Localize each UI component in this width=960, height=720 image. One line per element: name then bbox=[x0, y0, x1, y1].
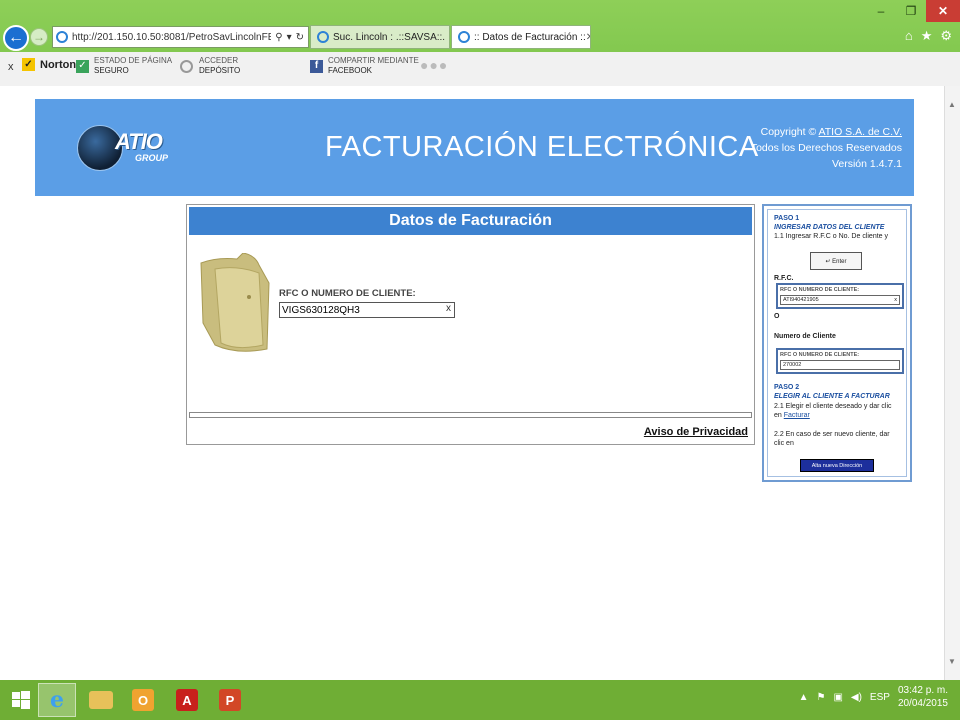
tab-suc-lincoln[interactable]: Suc. Lincoln : .::SAVSA::. bbox=[310, 25, 450, 49]
norton-vault-access[interactable]: ACCEDER DEPÓSITO bbox=[180, 56, 240, 76]
outlook-icon: O bbox=[132, 689, 154, 711]
step1-1-text: 1.1 Ingresar R.F.C o No. De cliente y bbox=[774, 233, 888, 240]
maximize-button[interactable]: ❐ bbox=[896, 0, 926, 22]
system-tray: ▲ ⚑ ▣ ◀) ESP 03:42 p. m. 20/04/2015 bbox=[799, 684, 948, 710]
browser-chrome: – ❐ ✕ ← → http://201.150.10.50:8081/Petr… bbox=[0, 0, 960, 87]
step1-heading: PASO 1 bbox=[774, 215, 800, 222]
step2-2b-text: clic en bbox=[774, 440, 794, 447]
ie-favicon-icon bbox=[458, 31, 470, 43]
norton-logo[interactable]: ✓ Norton bbox=[22, 58, 76, 71]
checkmark-icon: ✓ bbox=[76, 59, 89, 73]
taskbar-powerpoint[interactable]: P bbox=[211, 683, 249, 717]
norton-page-status[interactable]: ✓ ESTADO DE PÁGINA SEGURO bbox=[76, 56, 172, 76]
site-banner: ATIO GROUP FACTURACIÓN ELECTRÓNICA Copyr… bbox=[35, 99, 914, 196]
panel-heading: Datos de Facturación bbox=[189, 207, 752, 235]
back-button[interactable]: ← bbox=[3, 25, 29, 51]
language-indicator[interactable]: ESP bbox=[870, 692, 890, 703]
folder-icon bbox=[89, 691, 113, 709]
vertical-scrollbar[interactable]: ▲ ▼ bbox=[944, 86, 960, 680]
company-link[interactable]: ATIO S.A. de C.V. bbox=[819, 126, 902, 138]
refresh-icon[interactable]: ↻ bbox=[296, 32, 304, 43]
forward-arrow-icon: → bbox=[33, 30, 45, 44]
scroll-down-icon[interactable]: ▼ bbox=[948, 657, 956, 666]
browser-tools: ⌂ ★ ⚙ bbox=[905, 28, 952, 44]
home-icon[interactable]: ⌂ bbox=[905, 28, 913, 44]
clear-input-icon[interactable]: x bbox=[446, 303, 451, 314]
address-bar[interactable]: http://201.150.10.50:8081/PetroSavLincol… bbox=[52, 26, 309, 48]
enter-key-icon: ↵ Enter bbox=[810, 252, 862, 270]
norton-more-icon[interactable]: ●●● bbox=[420, 58, 448, 72]
step2-1b-text: en Facturar bbox=[774, 412, 810, 419]
taskbar-file-explorer[interactable] bbox=[82, 683, 120, 717]
step2-2-text: 2.2 En caso de ser nuevo cliente, dar bbox=[774, 431, 890, 438]
window-controls: – ❐ ✕ bbox=[866, 0, 960, 22]
minimize-button[interactable]: – bbox=[866, 0, 896, 22]
norton-toolbar: x ✓ Norton ✓ ESTADO DE PÁGINA SEGURO ACCE… bbox=[0, 52, 960, 87]
rfc-example-label: R.F.C. bbox=[774, 275, 794, 282]
rfc-input[interactable] bbox=[279, 302, 455, 318]
powerpoint-icon: P bbox=[219, 689, 241, 711]
atio-group-logo: ATIO GROUP bbox=[77, 121, 172, 181]
search-icon[interactable]: ⚲ bbox=[275, 32, 282, 43]
taskbar-internet-explorer[interactable]: e bbox=[38, 683, 76, 717]
folder-icon bbox=[200, 253, 270, 352]
settings-gear-icon[interactable]: ⚙ bbox=[940, 28, 952, 44]
page-viewport: ATIO GROUP FACTURACIÓN ELECTRÓNICA Copyr… bbox=[0, 86, 945, 680]
network-icon[interactable]: ▣ bbox=[833, 692, 842, 703]
flag-icon[interactable]: ⚑ bbox=[816, 692, 825, 703]
tab-label: Suc. Lincoln : .::SAVSA::. bbox=[333, 31, 446, 43]
step2-heading: PASO 2 bbox=[774, 384, 800, 391]
client-number-label: Numero de Cliente bbox=[774, 333, 836, 340]
facturar-link[interactable]: Facturar bbox=[784, 412, 810, 419]
windows-taskbar: e O A P ▲ ⚑ ▣ ◀) ESP 03:42 p. m. 20/04/2… bbox=[0, 680, 960, 720]
client-example-field: RFC O NUMERO DE CLIENTE: 270002 bbox=[776, 348, 904, 374]
vault-icon bbox=[180, 59, 193, 73]
copyright-block: Copyright © ATIO S.A. de C.V. Todos los … bbox=[750, 126, 902, 170]
help-instructions-panel: PASO 1 INGRESAR DATOS DEL CLIENTE 1.1 In… bbox=[762, 204, 912, 482]
billing-data-panel: Datos de Facturación RFC O NUMERO DE CLI… bbox=[186, 204, 755, 445]
step2-1-text: 2.1 Elegir el cliente deseado y dar clic bbox=[774, 403, 892, 410]
show-hidden-icons-icon[interactable]: ▲ bbox=[799, 692, 809, 703]
new-address-button[interactable]: Alta nueva Dirección bbox=[800, 459, 874, 472]
close-window-button[interactable]: ✕ bbox=[926, 0, 960, 22]
ie-page-icon bbox=[56, 31, 68, 43]
site-favicon-icon bbox=[317, 31, 329, 43]
version-text: Versión 1.4.7.1 bbox=[831, 158, 902, 170]
tab-close-icon[interactable]: ✕ bbox=[586, 32, 590, 43]
norton-check-icon: ✓ bbox=[22, 58, 35, 71]
rfc-field-label: RFC O NUMERO DE CLIENTE: bbox=[279, 288, 416, 299]
taskbar-outlook[interactable]: O bbox=[124, 683, 162, 717]
page-title: FACTURACIÓN ELECTRÓNICA bbox=[325, 131, 759, 163]
acrobat-icon: A bbox=[176, 689, 198, 711]
taskbar-acrobat[interactable]: A bbox=[168, 683, 206, 717]
tab-label: :: Datos de Facturación :: bbox=[474, 31, 586, 43]
dropdown-icon[interactable]: ▾ bbox=[287, 32, 292, 43]
step1-title: INGRESAR DATOS DEL CLIENTE bbox=[774, 224, 885, 231]
tab-datos-facturacion[interactable]: :: Datos de Facturación :: ✕ bbox=[451, 25, 591, 49]
rfc-example-field: RFC O NUMERO DE CLIENTE: ATI940421905 x bbox=[776, 283, 904, 309]
norton-share-facebook[interactable]: f COMPARTIR MEDIANTE FACEBOOK bbox=[310, 56, 419, 76]
scroll-up-icon[interactable]: ▲ bbox=[948, 100, 956, 109]
clock[interactable]: 03:42 p. m. 20/04/2015 bbox=[898, 684, 948, 710]
forward-button[interactable]: → bbox=[30, 28, 48, 46]
facebook-icon: f bbox=[310, 59, 323, 73]
step2-title: ELEGIR AL CLIENTE A FACTURAR bbox=[774, 393, 890, 400]
privacy-notice-link[interactable]: Aviso de Privacidad bbox=[644, 426, 748, 438]
navigation-row: ← → http://201.150.10.50:8081/PetroSavLi… bbox=[0, 22, 960, 52]
or-text: O bbox=[774, 313, 780, 320]
address-url[interactable]: http://201.150.10.50:8081/PetroSavLincol… bbox=[72, 32, 271, 43]
start-button[interactable] bbox=[2, 683, 40, 717]
norton-close-button[interactable]: x bbox=[8, 62, 14, 73]
rights-text: Todos los Derechos Reservados bbox=[750, 142, 902, 154]
volume-icon[interactable]: ◀) bbox=[851, 692, 862, 703]
favorites-star-icon[interactable]: ★ bbox=[921, 28, 933, 44]
back-arrow-icon: ← bbox=[8, 29, 24, 46]
results-bar bbox=[189, 412, 752, 418]
windows-logo-icon bbox=[12, 691, 30, 709]
internet-explorer-icon: e bbox=[50, 687, 64, 713]
